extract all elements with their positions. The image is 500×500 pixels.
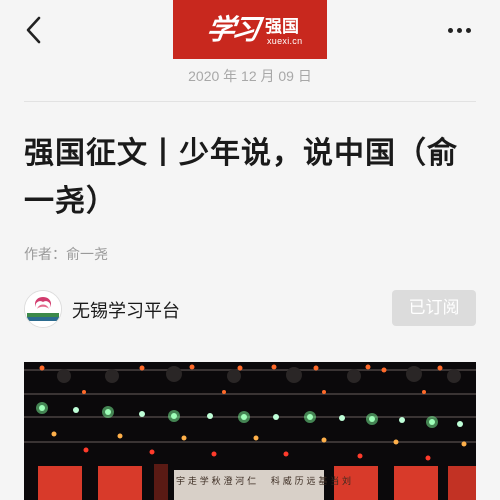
chevron-left-icon <box>26 16 41 44</box>
back-button[interactable] <box>18 14 48 46</box>
stage-banner-text: 宇 走 学 秋 澄 河 仁 科 威 历 远 基 当 刘 <box>176 475 351 487</box>
subscribed-button[interactable]: 已订阅 <box>392 290 476 326</box>
logo-domain: xuexi.cn <box>267 36 303 46</box>
article-author: 作者：俞一尧 <box>24 247 108 263</box>
more-options-button[interactable] <box>443 20 475 40</box>
publisher-account: 无锡学习平台 已订阅 <box>24 290 476 330</box>
article-photo: 宇 走 学 秋 澄 河 仁 科 威 历 远 基 当 刘 <box>24 362 476 500</box>
top-navigation-bar: 学习 强国 xuexi.cn <box>0 0 500 60</box>
xuexi-logo: 学习 强国 xuexi.cn <box>173 0 327 59</box>
article-title: 强国征文丨少年说，说中国（俞一尧） <box>24 136 458 219</box>
stage-lights-image: 宇 走 学 秋 澄 河 仁 科 威 历 远 基 当 刘 <box>24 362 476 500</box>
publisher-avatar[interactable] <box>24 290 62 328</box>
publisher-logo-icon <box>25 291 61 327</box>
divider <box>24 101 476 102</box>
more-dots-icon <box>447 27 453 33</box>
logo-chinese-name: 强国 <box>265 17 299 37</box>
publish-date: 2020 年 12 月 09 日 <box>188 68 312 84</box>
logo-brush-text: 学习 <box>204 13 260 46</box>
publisher-name[interactable]: 无锡学习平台 <box>72 297 180 323</box>
